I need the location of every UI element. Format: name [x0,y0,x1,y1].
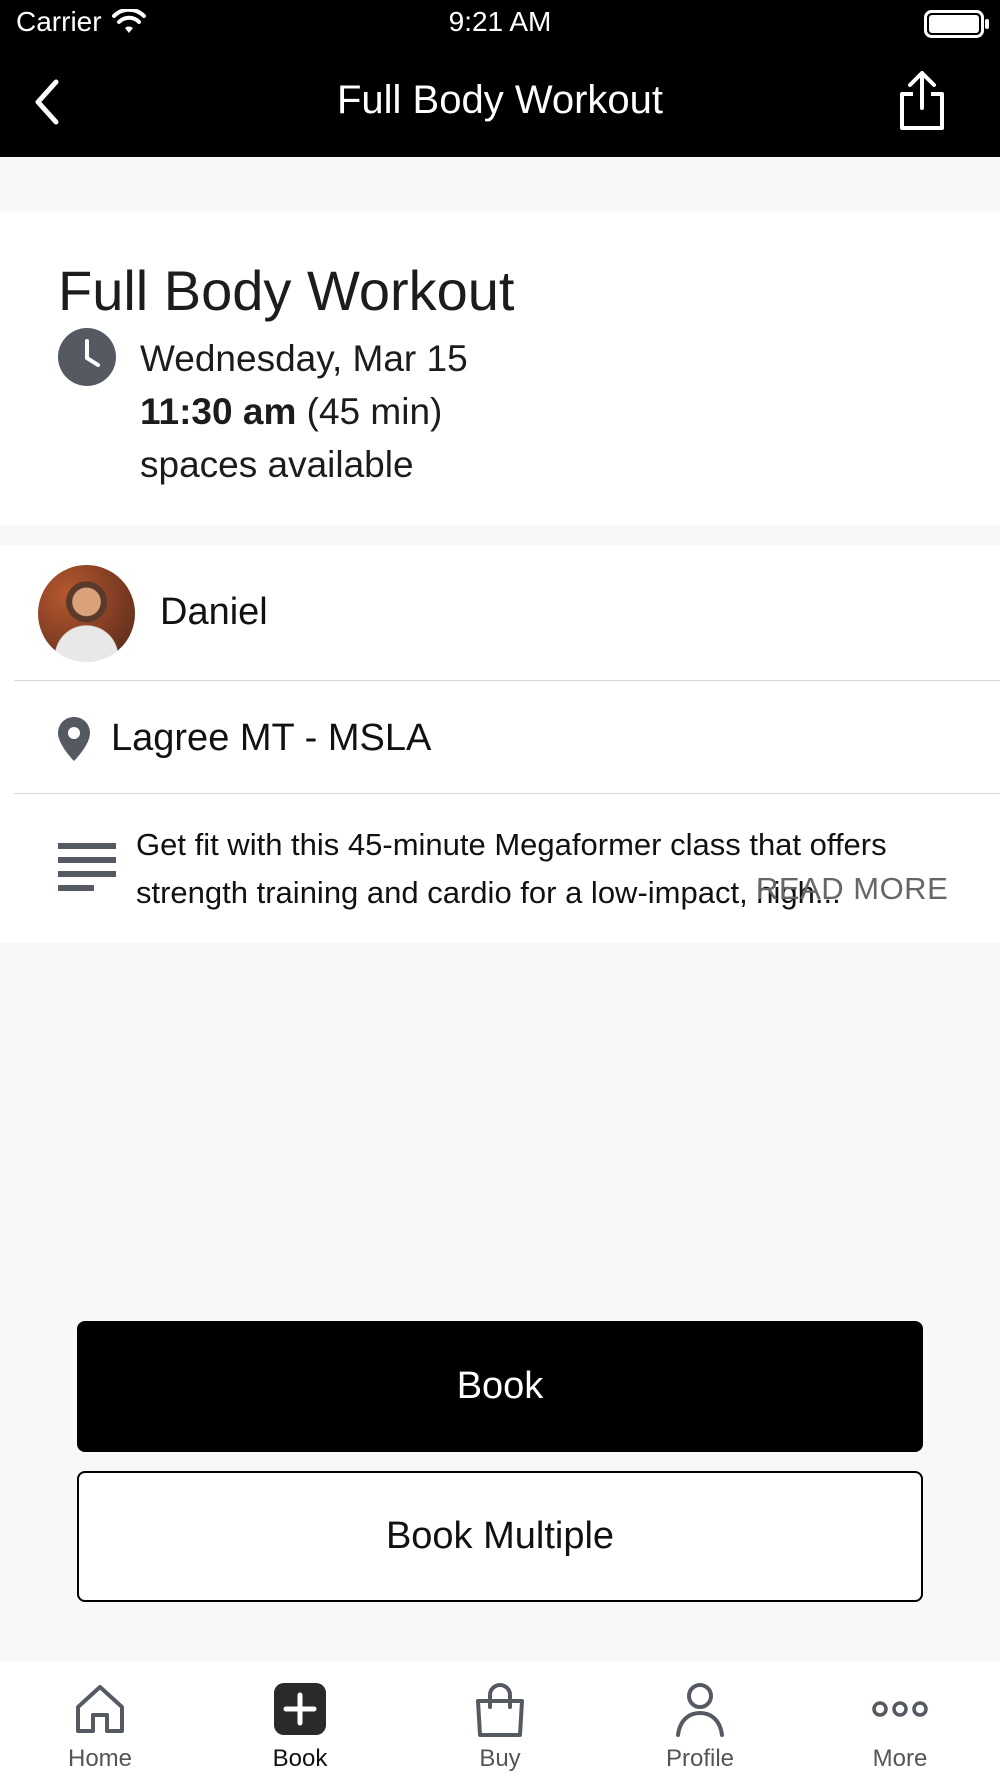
ellipsis-icon [872,1701,928,1717]
tab-label-home: Home [67,1745,133,1772]
bottom-tab-bar: Home Book Buy Profile More [0,1661,1000,1778]
class-time: 11:30 am [140,391,297,432]
class-title: Full Body Workout [58,259,515,322]
nav-bar: Full Body Workout [0,60,1000,140]
tab-home[interactable]: Home [0,1661,200,1778]
share-icon[interactable] [896,70,948,132]
class-schedule: Wednesday, Mar 15 11:30 am (45 min) spac… [140,332,468,491]
location-name: Lagree MT - MSLA [111,717,432,759]
tab-label-book: Book [272,1745,328,1772]
class-availability: spaces available [140,444,414,485]
class-summary-card: Full Body Workout Wednesday, Mar 15 11:3… [0,212,1000,525]
tab-book[interactable]: Book [200,1661,400,1778]
book-button[interactable]: Book [77,1321,923,1452]
location-pin-icon [58,717,90,761]
battery-icon [924,10,989,38]
class-details-card: Daniel Lagree MT - MSLA Get fit with thi… [0,545,1000,943]
instructor-avatar [38,565,135,662]
description-lines-icon [58,843,116,891]
class-duration: (45 min) [306,391,443,432]
divider [14,793,1000,794]
tab-label-more: More [872,1745,928,1772]
status-bar: Carrier 9:21 AM [0,0,1000,44]
header-bar: Carrier 9:21 AM Full Body Workout [0,0,1000,157]
person-icon [676,1683,724,1737]
tab-more[interactable]: More [800,1661,1000,1778]
shopping-bag-icon [476,1683,524,1737]
clock-icon [58,328,116,386]
nav-title: Full Body Workout [336,78,664,122]
tab-profile[interactable]: Profile [600,1661,800,1778]
read-more-link[interactable]: READ MORE [756,871,948,907]
class-date: Wednesday, Mar 15 [140,338,468,379]
instructor-row[interactable]: Daniel [0,545,1000,680]
location-row[interactable]: Lagree MT - MSLA [0,681,1000,793]
tab-buy[interactable]: Buy [400,1661,600,1778]
tab-label-buy: Buy [479,1745,521,1772]
plus-square-icon [274,1683,326,1735]
tab-label-profile: Profile [665,1745,735,1772]
class-time-row: 11:30 am (45 min) [140,385,468,438]
home-icon [76,1685,124,1733]
book-multiple-button[interactable]: Book Multiple [77,1471,923,1602]
description-row: Get fit with this 45-minute Megaformer c… [0,795,1000,943]
instructor-name: Daniel [160,591,268,633]
status-time: 9:21 AM [448,6,552,37]
